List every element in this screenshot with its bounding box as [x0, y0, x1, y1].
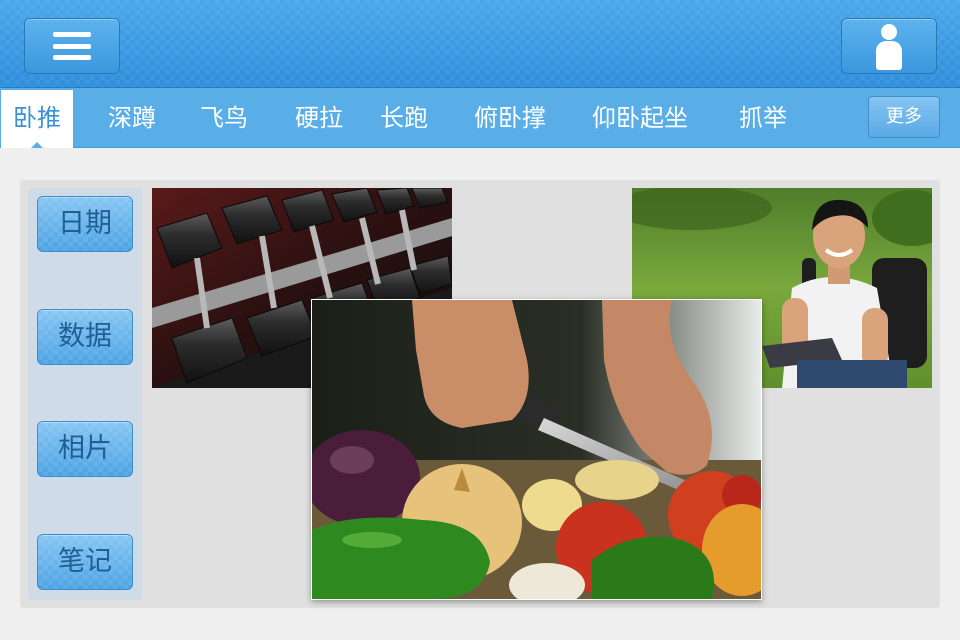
- sidebar-item-photos[interactable]: 相片: [37, 421, 133, 477]
- tab-fly[interactable]: 飞鸟: [188, 88, 260, 148]
- sidebar-item-date[interactable]: 日期: [37, 196, 133, 252]
- tab-bench-press[interactable]: 卧推: [1, 90, 73, 148]
- photo-cutting-vegetables[interactable]: [311, 299, 762, 600]
- sidebar-item-data[interactable]: 数据: [37, 309, 133, 365]
- top-header: [0, 0, 960, 88]
- tab-snatch[interactable]: 抓举: [727, 88, 799, 148]
- tab-long-run[interactable]: 长跑: [368, 88, 440, 148]
- tab-squat[interactable]: 深蹲: [96, 88, 168, 148]
- user-profile-button[interactable]: [841, 18, 937, 74]
- hamburger-menu-icon: [53, 32, 91, 60]
- tab-situp[interactable]: 仰卧起坐: [580, 88, 700, 148]
- tab-pushup[interactable]: 俯卧撑: [462, 88, 558, 148]
- sidebar-item-notes[interactable]: 笔记: [37, 534, 133, 590]
- exercise-tab-bar: 卧推 深蹲 飞鸟 硬拉 长跑 俯卧撑 仰卧起坐 抓举: [0, 88, 960, 148]
- tab-deadlift[interactable]: 硬拉: [283, 88, 355, 148]
- menu-button[interactable]: [24, 18, 120, 74]
- more-tabs-button[interactable]: 更多: [868, 96, 940, 138]
- user-profile-icon: [874, 22, 904, 70]
